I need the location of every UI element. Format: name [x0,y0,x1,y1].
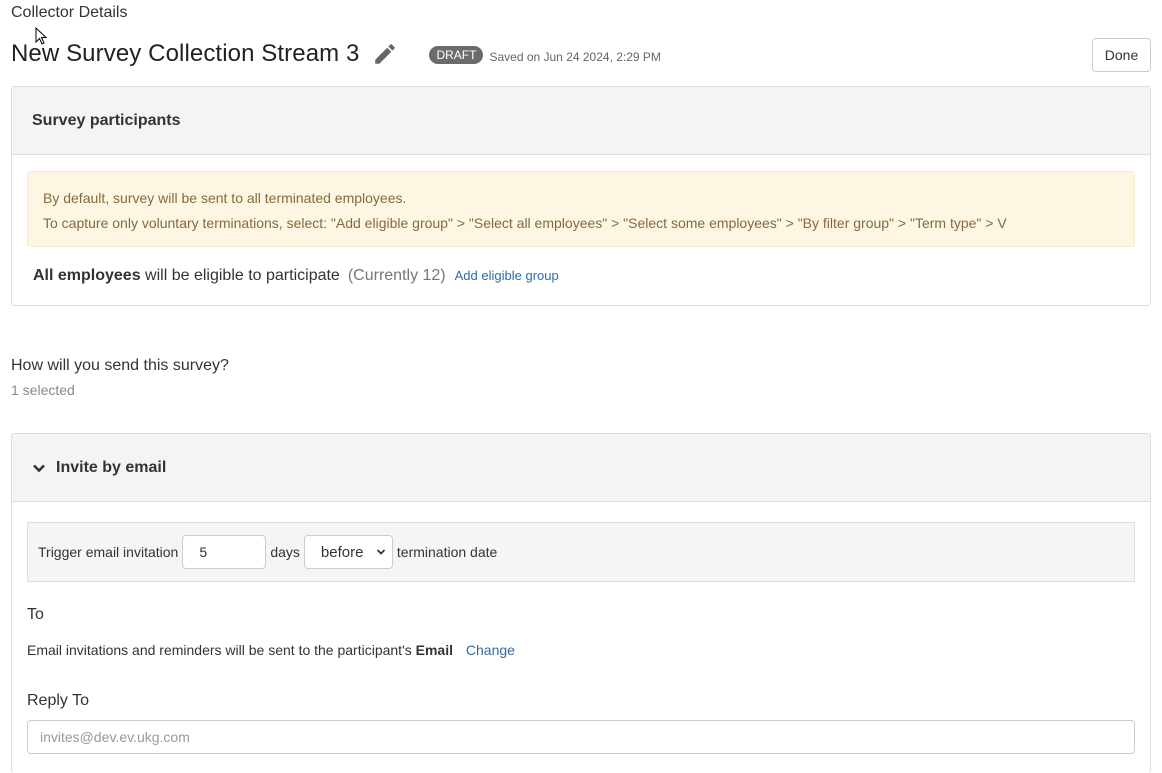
breadcrumb: Collector Details [11,4,128,21]
add-eligible-group-link[interactable]: Add eligible group [455,268,559,283]
eligible-text: will be eligible to participate [140,267,340,284]
info-notice: By default, survey will be sent to all t… [27,171,1135,247]
panel-heading: Survey participants [12,87,1150,155]
done-button[interactable]: Done [1092,38,1151,72]
recipient-description: Email invitations and reminders will be … [27,642,1150,658]
days-label: days [270,544,300,560]
send-method-question: How will you send this survey? [11,357,229,374]
notice-line: By default, survey will be sent to all t… [43,190,407,206]
reply-to-label: Reply To [27,692,89,709]
termination-label: termination date [396,544,498,560]
chevron-down-icon [376,547,386,557]
page-title: New Survey Collection Stream 3 [11,40,360,67]
trigger-settings: Trigger email invitation days before ter… [27,522,1135,582]
timing-select[interactable]: before [303,535,393,569]
change-link[interactable]: Change [466,642,515,658]
reply-to-input[interactable] [27,720,1135,754]
eligibility-summary: All employees will be eligible to partic… [33,267,1150,285]
eligible-group-name: All employees [33,267,141,284]
panel-heading: Invite by email [56,458,167,476]
recipient-field: Email [415,642,453,658]
timing-selected-value: before [320,543,364,561]
notice-line: To capture only voluntary terminations, … [43,215,1007,231]
pencil-icon[interactable] [372,41,398,67]
to-label: To [27,606,44,623]
title-row: New Survey Collection Stream 3 DRAFT Sav… [11,40,661,68]
chevron-down-icon [32,461,46,475]
survey-participants-panel: Survey participants By default, survey w… [11,86,1151,306]
selected-count: 1 selected [11,382,75,398]
status-badge: DRAFT [429,46,484,64]
saved-timestamp: Saved on Jun 24 2024, 2:29 PM [489,50,661,64]
invite-by-email-toggle[interactable]: Invite by email [12,434,1150,502]
trigger-label: Trigger email invitation [38,544,179,560]
days-input[interactable] [182,535,267,569]
recipient-text: Email invitations and reminders will be … [27,642,416,658]
eligible-count: (Currently 12) [347,267,446,284]
invite-by-email-panel: Invite by email Trigger email invitation… [11,433,1151,773]
